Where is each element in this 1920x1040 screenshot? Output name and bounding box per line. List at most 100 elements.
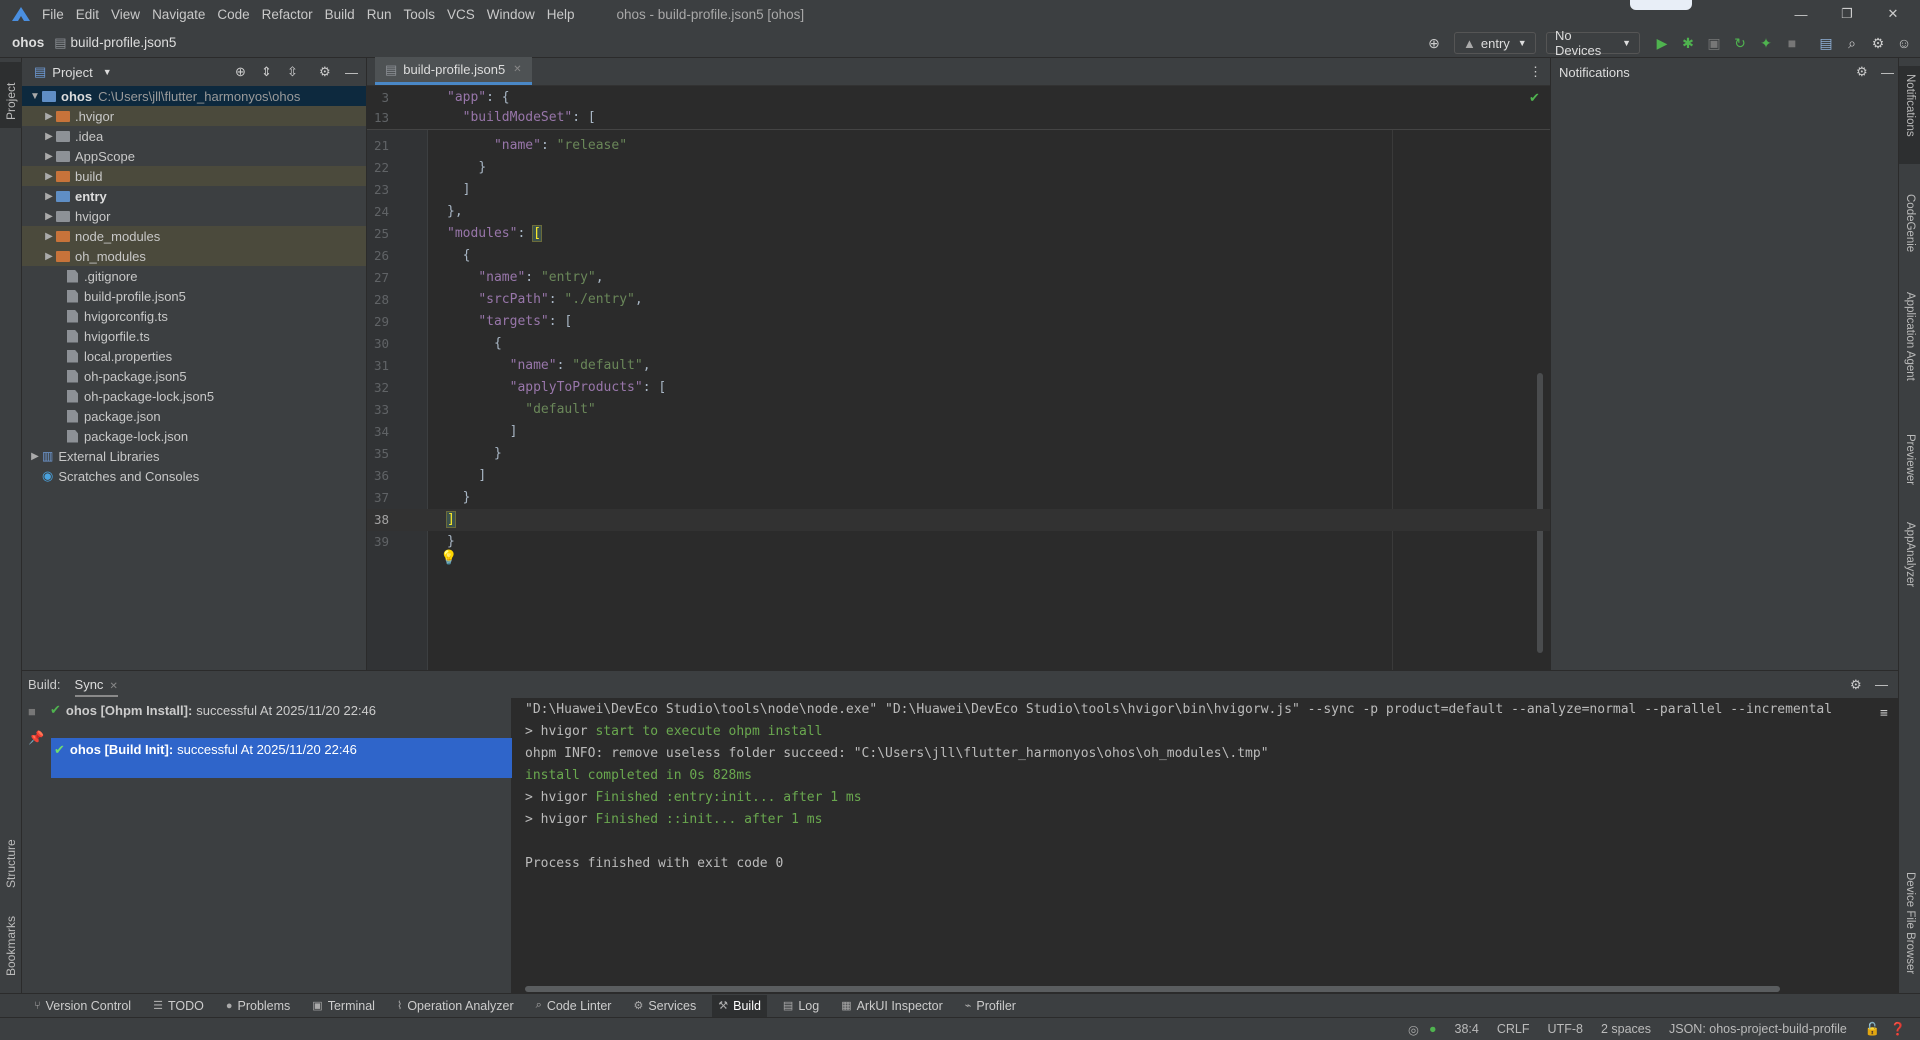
gear-icon[interactable]: ⚙ xyxy=(1850,677,1862,693)
code-line[interactable]: 35 } xyxy=(367,443,1550,465)
bottom-tool-4[interactable]: ⌇ Operation Analyzer xyxy=(397,999,514,1013)
menu-item[interactable]: Help xyxy=(547,7,575,22)
tab-build-profile[interactable]: ▤ build-profile.json5 ✕ xyxy=(375,57,532,85)
tree-item[interactable]: oh-package-lock.json5 xyxy=(22,386,366,406)
code-line[interactable]: 27 "name": "entry", xyxy=(367,267,1550,289)
code-line[interactable]: 23 ] xyxy=(367,179,1550,201)
code-line[interactable]: 3 "app": { xyxy=(367,87,1550,109)
tree-item[interactable]: ▶ AppScope xyxy=(22,146,366,166)
code-line[interactable]: 31 "name": "default", xyxy=(367,355,1550,377)
attach-icon[interactable]: ▣ xyxy=(1705,34,1723,52)
breadcrumb-project[interactable]: ohos xyxy=(12,35,44,50)
console-scrollbar[interactable] xyxy=(525,986,1780,992)
help-icon[interactable]: ❓ xyxy=(1890,1022,1906,1037)
bottom-tool-0[interactable]: ⑂ Version Control xyxy=(34,999,131,1013)
structure-strip-button[interactable]: Structure xyxy=(0,818,22,893)
debug-icon[interactable]: ✱ xyxy=(1679,34,1697,52)
notifications-strip-button[interactable]: Notifications xyxy=(1899,66,1920,164)
lightbulb-icon[interactable]: 💡 xyxy=(440,549,457,566)
menu-item[interactable]: Build xyxy=(325,7,355,22)
tree-item[interactable]: ▶ oh_modules xyxy=(22,246,366,266)
tree-root[interactable]: ▼ ohos C:\Users\jll\flutter_harmonyos\oh… xyxy=(22,86,366,106)
bottom-tool-8[interactable]: ▤ Log xyxy=(783,999,819,1013)
stop-icon[interactable]: ■ xyxy=(28,704,36,719)
tree-item[interactable]: ▶ entry xyxy=(22,186,366,206)
tree-item[interactable]: ▶ node_modules xyxy=(22,226,366,246)
bottom-tool-5[interactable]: ⌕ Code Linter xyxy=(536,999,612,1013)
collapse-all-icon[interactable]: ⇳ xyxy=(287,64,298,80)
code-line[interactable]: 13 "buildModeSet": [ xyxy=(367,107,1550,129)
close-tab-icon[interactable]: ✕ xyxy=(109,681,117,692)
close-tab-icon[interactable]: ✕ xyxy=(513,64,521,75)
menu-item[interactable]: View xyxy=(111,7,140,22)
breadcrumb-file[interactable]: build-profile.json5 xyxy=(71,35,177,50)
tree-item[interactable]: hvigorfile.ts xyxy=(22,326,366,346)
tree-item[interactable]: ▶ .hvigor xyxy=(22,106,366,126)
unlock-icon[interactable]: 🔓 xyxy=(1865,1022,1881,1037)
target-icon[interactable]: ⊕ xyxy=(1425,34,1443,52)
code-line[interactable]: 21 "name": "release" xyxy=(367,135,1550,157)
pin-icon[interactable]: 📌 xyxy=(28,730,44,746)
close-button[interactable]: ✕ xyxy=(1870,0,1916,28)
bottom-tool-3[interactable]: ▣ Terminal xyxy=(312,999,375,1013)
soft-wrap-icon[interactable]: ≡ xyxy=(1880,706,1888,721)
tab-sync[interactable]: Sync ✕ xyxy=(74,673,118,697)
app-agent-strip-button[interactable]: Application Agent xyxy=(1899,276,1920,391)
run-icon[interactable]: ▶ xyxy=(1653,34,1671,52)
tree-item[interactable]: package.json xyxy=(22,406,366,426)
account-icon[interactable]: ☺ xyxy=(1895,34,1913,52)
tree-item[interactable]: package-lock.json xyxy=(22,426,366,446)
codegenie-strip-button[interactable]: CodeGenie xyxy=(1899,178,1920,258)
device-manager-icon[interactable]: ▤ xyxy=(1817,34,1835,52)
build-entry-ohpm[interactable]: ✔ ohos [Ohpm Install]: successful At 202… xyxy=(50,700,376,720)
json-schema[interactable]: JSON: ohos-project-build-profile xyxy=(1669,1022,1847,1036)
more-tabs-icon[interactable]: ⋮ xyxy=(1529,64,1542,80)
tree-item[interactable]: ▶ hvigor xyxy=(22,206,366,226)
stop-icon[interactable]: ■ xyxy=(1783,34,1801,52)
settings-icon[interactable]: ⚙ xyxy=(1869,34,1887,52)
tree-item[interactable]: oh-package.json5 xyxy=(22,366,366,386)
project-strip-button[interactable]: Project xyxy=(0,62,22,128)
bottom-tool-1[interactable]: ☰ TODO xyxy=(153,999,204,1013)
tree-external-libraries[interactable]: ▶ ▥ External Libraries xyxy=(22,446,366,466)
file-encoding[interactable]: UTF-8 xyxy=(1548,1022,1583,1036)
code-line[interactable]: 22 } xyxy=(367,157,1550,179)
caret-position[interactable]: 38:4 xyxy=(1455,1022,1479,1036)
indent-setting[interactable]: 2 spaces xyxy=(1601,1022,1651,1036)
code-line[interactable]: 26 { xyxy=(367,245,1550,267)
hide-icon[interactable]: — xyxy=(1881,65,1894,80)
tree-scratches[interactable]: ◉ Scratches and Consoles xyxy=(22,466,366,486)
code-line[interactable]: 37 } xyxy=(367,487,1550,509)
tree-item[interactable]: ▶ .idea xyxy=(22,126,366,146)
menu-item[interactable]: File xyxy=(42,7,64,22)
code-line[interactable]: 33 "default" xyxy=(367,399,1550,421)
profile-icon[interactable]: ✦ xyxy=(1757,34,1775,52)
tree-item[interactable]: .gitignore xyxy=(22,266,366,286)
tree-item[interactable]: local.properties xyxy=(22,346,366,366)
line-separator[interactable]: CRLF xyxy=(1497,1022,1530,1036)
menu-item[interactable]: Tools xyxy=(403,7,435,22)
menu-item[interactable]: Navigate xyxy=(152,7,205,22)
code-line[interactable]: 24}, xyxy=(367,201,1550,223)
search-icon[interactable]: ⌕ xyxy=(1843,34,1861,52)
bottom-tool-2[interactable]: ● Problems xyxy=(226,999,290,1013)
code-line[interactable]: 25 "modules": [ xyxy=(367,223,1550,245)
reload-icon[interactable]: ↻ xyxy=(1731,34,1749,52)
gear-icon[interactable]: ⚙ xyxy=(319,64,331,80)
bottom-tool-6[interactable]: ⚙ Services xyxy=(633,999,696,1013)
hide-icon[interactable]: — xyxy=(1875,677,1888,692)
code-line[interactable]: 29 "targets": [ xyxy=(367,311,1550,333)
restore-button[interactable]: ❐ xyxy=(1824,0,1870,28)
device-select[interactable]: No Devices ▼ xyxy=(1546,28,1640,58)
menu-item[interactable]: Code xyxy=(217,7,249,22)
appanalyzer-strip-button[interactable]: AppAnalyzer xyxy=(1899,506,1920,596)
tree-item[interactable]: build-profile.json5 xyxy=(22,286,366,306)
code-line[interactable]: 34 ] xyxy=(367,421,1550,443)
tree-item[interactable]: hvigorconfig.ts xyxy=(22,306,366,326)
menu-item[interactable]: VCS xyxy=(447,7,475,22)
tree-item[interactable]: ▶ build xyxy=(22,166,366,186)
code-line[interactable]: 38] xyxy=(367,509,1550,531)
menu-item[interactable]: Run xyxy=(367,7,392,22)
project-panel-title[interactable]: Project xyxy=(52,65,92,80)
run-config-select[interactable]: ▲ entry ▼ xyxy=(1454,32,1536,54)
